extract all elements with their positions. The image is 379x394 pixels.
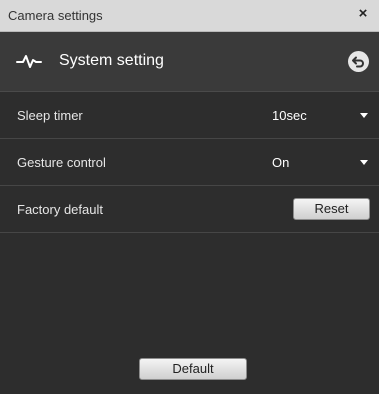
chevron-down-icon[interactable] xyxy=(360,113,368,118)
close-icon[interactable]: × xyxy=(355,6,371,22)
sleep-timer-value[interactable]: 10sec xyxy=(272,108,307,123)
reset-button[interactable]: Reset xyxy=(293,198,370,220)
default-button[interactable]: Default xyxy=(139,358,247,380)
pulse-icon xyxy=(16,55,42,68)
section-header: System setting xyxy=(0,32,379,92)
back-icon[interactable] xyxy=(348,51,369,72)
factory-default-row: Factory default Reset xyxy=(0,186,379,233)
sleep-timer-row: Sleep timer 10sec xyxy=(0,92,379,139)
factory-default-label: Factory default xyxy=(17,202,103,217)
section-title: System setting xyxy=(59,52,164,69)
gesture-control-value[interactable]: On xyxy=(272,155,289,170)
title-bar: Camera settings × xyxy=(0,0,379,32)
gesture-control-label: Gesture control xyxy=(17,155,106,170)
gesture-control-row: Gesture control On xyxy=(0,139,379,186)
sleep-timer-label: Sleep timer xyxy=(17,108,83,123)
window-title: Camera settings xyxy=(8,8,103,23)
chevron-down-icon[interactable] xyxy=(360,160,368,165)
camera-settings-window: Camera settings × System setting Sleep t… xyxy=(0,0,379,394)
